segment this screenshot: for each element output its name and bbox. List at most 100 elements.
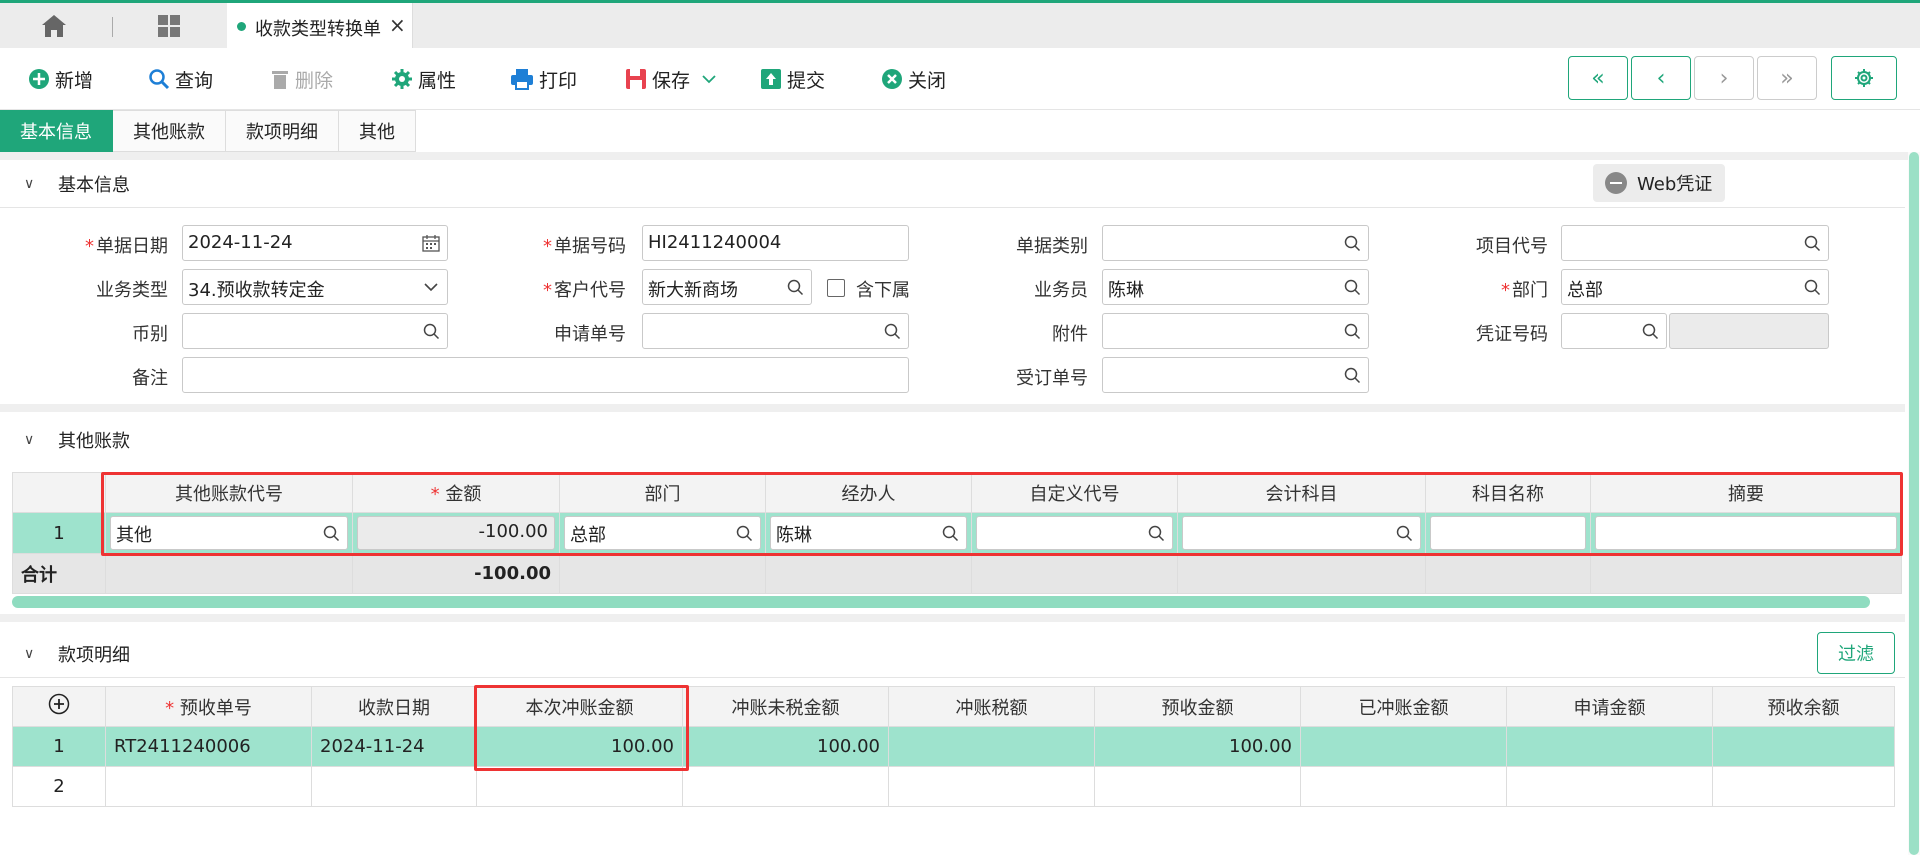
column-header[interactable]: 收款日期 [311,686,477,727]
column-header[interactable]: 冲账未税金额 [682,686,889,727]
account-name-input[interactable] [1430,516,1586,550]
account-input[interactable] [1182,516,1421,550]
cell[interactable] [311,766,477,807]
chevron-down-icon[interactable]: ∨ [24,432,38,448]
close-button[interactable]: 关闭 [881,64,946,94]
cell[interactable] [476,766,683,807]
column-header[interactable]: 已冲账金额 [1300,686,1507,727]
docno-field[interactable]: HI2411240004 [642,225,909,261]
search-icon[interactable] [1343,234,1361,252]
cell[interactable]: 100.00 [476,726,683,767]
cell[interactable] [1300,726,1507,767]
cell[interactable]: RT2411240006 [105,726,312,767]
table-row[interactable]: 1 其他 -100.00 总部 陈琳 [12,512,1902,554]
column-header[interactable]: 摘要 [1590,472,1902,513]
cell[interactable] [1712,766,1895,807]
query-button[interactable]: 查询 [148,64,213,94]
column-header[interactable]: 申请金额 [1506,686,1713,727]
cell[interactable] [1712,726,1895,767]
other-accounts-header[interactable]: ∨ 其他账款 [0,416,1905,464]
chevron-down-icon[interactable] [702,74,716,84]
attach-field[interactable] [1102,313,1369,349]
chevron-down-icon[interactable]: ∨ [24,176,38,192]
remark-field[interactable] [182,357,909,393]
tab-payment-details[interactable]: 款项明细 [226,110,339,152]
cell[interactable]: 总部 [559,512,766,554]
table-row[interactable]: 2 [12,766,1895,807]
column-header[interactable]: 经办人 [765,472,972,513]
cell[interactable] [682,766,889,807]
search-icon[interactable] [1343,322,1361,340]
cell[interactable] [1425,512,1591,554]
custcode-field[interactable]: 新大新商场 [642,269,812,305]
amount-input[interactable]: -100.00 [357,516,555,550]
search-icon[interactable] [1803,278,1821,296]
cell[interactable] [1177,512,1426,554]
cell[interactable] [1590,512,1902,554]
print-button[interactable]: 打印 [510,64,577,94]
apps-grid-icon[interactable] [157,14,181,38]
horizontal-scrollbar[interactable] [12,596,1870,608]
new-button[interactable]: 新增 [28,64,93,94]
handler-input[interactable]: 陈琳 [770,516,967,550]
cell[interactable] [1094,766,1301,807]
chevron-down-icon[interactable] [422,278,440,296]
tab-basic-info[interactable]: 基本信息 [0,110,113,152]
currency-field[interactable] [182,313,448,349]
close-tab-icon[interactable]: × [389,13,406,37]
search-icon[interactable] [941,524,959,542]
calendar-icon[interactable] [422,234,440,252]
last-record-button[interactable]: » [1757,56,1817,100]
prev-record-button[interactable]: ‹ [1631,56,1691,100]
column-header[interactable]: 其他账款代号 [105,472,353,513]
orderno-field[interactable] [1102,357,1369,393]
add-row-header[interactable] [12,686,106,727]
tab-other[interactable]: 其他 [339,110,416,152]
table-row[interactable]: 1 RT2411240006 2024-11-24 100.00 100.00 … [12,726,1895,767]
search-icon[interactable] [422,322,440,340]
cell[interactable] [1300,766,1507,807]
cell[interactable]: 其他 [105,512,353,554]
properties-button[interactable]: 属性 [391,64,456,94]
column-header[interactable]: 预收金额 [1094,686,1301,727]
dept-field[interactable]: 总部 [1561,269,1829,305]
search-icon[interactable] [1641,322,1659,340]
cell[interactable]: 陈琳 [765,512,972,554]
column-header[interactable]: * 金额 [352,472,560,513]
plus-circle-icon[interactable] [48,693,70,715]
column-header[interactable]: 科目名称 [1425,472,1591,513]
first-record-button[interactable]: « [1568,56,1628,100]
column-header[interactable]: 自定义代号 [971,472,1178,513]
search-icon[interactable] [786,278,804,296]
other-code-input[interactable]: 其他 [110,516,348,550]
search-icon[interactable] [1803,234,1821,252]
cell[interactable]: 2024-11-24 [311,726,477,767]
chevron-down-icon[interactable]: ∨ [24,646,38,662]
payment-details-header[interactable]: ∨ 款项明细 [0,630,1905,678]
include-sub-checkbox[interactable] [827,279,845,297]
search-icon[interactable] [1147,524,1165,542]
column-header[interactable]: 本次冲账金额 [476,686,683,727]
biztype-select[interactable]: 34.预收款转定金 [182,269,448,305]
submit-button[interactable]: 提交 [760,64,825,94]
cell[interactable] [1506,726,1713,767]
column-header[interactable]: * 预收单号 [105,686,312,727]
summary-input[interactable] [1595,516,1897,550]
next-record-button[interactable]: › [1694,56,1754,100]
column-header[interactable]: 预收余额 [1712,686,1895,727]
projcode-field[interactable] [1561,225,1829,261]
cell[interactable] [105,766,312,807]
search-icon[interactable] [1343,366,1361,384]
tab-other-accounts[interactable]: 其他账款 [113,110,226,152]
salesman-field[interactable]: 陈琳 [1102,269,1369,305]
date-field[interactable]: 2024-11-24 [182,225,448,261]
cell[interactable] [971,512,1178,554]
cell[interactable] [888,766,1095,807]
home-icon[interactable] [40,13,68,39]
search-icon[interactable] [1395,524,1413,542]
search-icon[interactable] [735,524,753,542]
column-header[interactable]: 会计科目 [1177,472,1426,513]
document-tab[interactable]: 收款类型转换单 × [227,3,413,48]
scrollbar-thumb[interactable] [1909,152,1919,855]
web-voucher-button[interactable]: Web凭证 [1593,164,1725,202]
